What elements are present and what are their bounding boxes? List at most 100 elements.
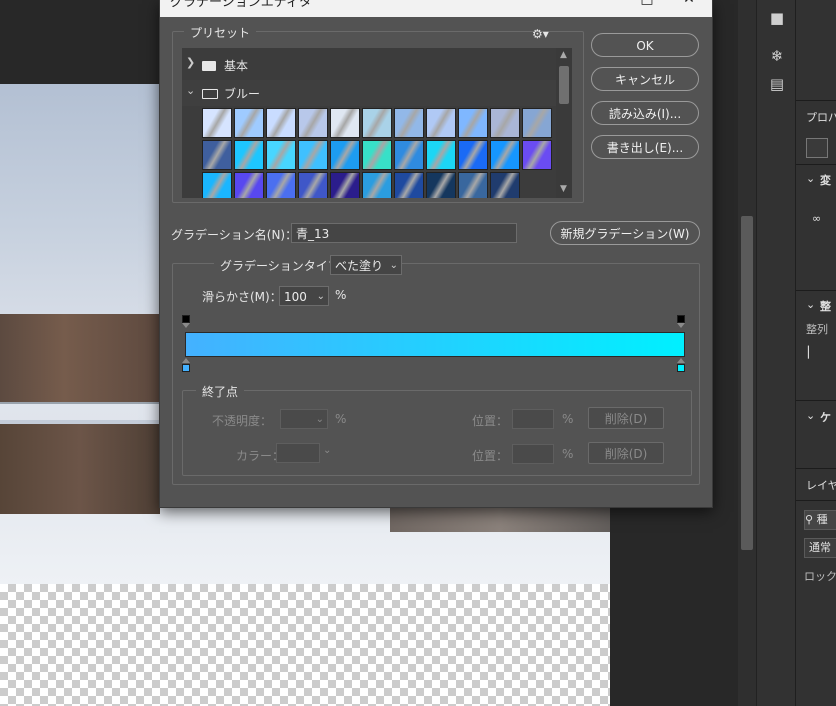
canvas-scrollbar-thumb[interactable] [741, 216, 753, 550]
histogram-icon[interactable]: ▤ [767, 74, 787, 94]
gradient-preset-swatch[interactable] [362, 108, 392, 138]
blend-mode-select[interactable]: 通常 [804, 538, 836, 558]
gradient-preset-swatch[interactable] [266, 108, 296, 138]
cancel-button[interactable]: キャンセル [591, 67, 699, 91]
gradient-type-value: べた塗り [335, 259, 384, 273]
opacity-location-input[interactable] [512, 409, 554, 429]
chevron-down-icon[interactable]: ⌄ [323, 445, 331, 456]
smoothness-input[interactable]: 100 ⌄ [279, 286, 329, 306]
preset-folder-basic[interactable]: ❯ 基本 [182, 52, 556, 78]
delete-color-stop-button[interactable]: 削除(D) [588, 442, 664, 464]
gradient-preset-swatch[interactable] [202, 140, 232, 170]
color-location-unit: % [562, 447, 574, 461]
scroll-down-icon[interactable]: ▼ [560, 184, 567, 194]
panel-divider [796, 290, 836, 291]
gradient-preset-swatch[interactable] [426, 108, 456, 138]
dialog-titlebar[interactable]: グラデーションエディタ □ ✕ [160, 0, 712, 17]
transparency-checkerboard [0, 584, 610, 706]
gradient-preset-swatch[interactable] [266, 172, 296, 198]
preset-list[interactable]: ❯ 基本 ⌄ ブルー ▲ ▼ [182, 48, 572, 198]
gradient-preset-swatch[interactable] [298, 140, 328, 170]
preset-label: プリセット [184, 24, 257, 41]
gradient-preview-bar[interactable] [185, 332, 685, 357]
ok-button[interactable]: OK [591, 33, 699, 57]
link-icon[interactable]: ∞ [812, 212, 821, 225]
chevron-down-icon[interactable]: ⌄ [806, 172, 815, 185]
color-location-label: 位置： [472, 449, 509, 463]
gradient-preset-swatch[interactable] [362, 140, 392, 170]
delete-opacity-stop-button[interactable]: 削除(D) [588, 407, 664, 429]
gradient-preset-swatch[interactable] [202, 172, 232, 198]
chevron-down-icon[interactable]: ⌄ [806, 409, 815, 422]
properties-tab[interactable]: プロパ [806, 109, 836, 125]
color-stop-right[interactable] [677, 364, 685, 372]
gradient-preset-swatch[interactable] [330, 108, 360, 138]
gradient-preset-swatch[interactable] [394, 140, 424, 170]
gradient-preset-swatch[interactable] [234, 108, 264, 138]
gradient-preset-swatch[interactable] [458, 172, 488, 198]
panel-divider [796, 164, 836, 165]
transform-section[interactable]: 変 [820, 172, 831, 188]
gradient-preset-swatch[interactable] [490, 140, 520, 170]
load-button[interactable]: 読み込み(I)... [591, 101, 699, 125]
gradient-preset-swatch[interactable] [298, 172, 328, 198]
gradient-preset-swatch[interactable] [426, 172, 456, 198]
gradient-name-input[interactable]: 青_13 [291, 223, 517, 243]
panel-divider [796, 468, 836, 469]
brush-settings-icon[interactable]: ■ [767, 8, 787, 28]
gradient-preset-swatch[interactable] [330, 172, 360, 198]
chevron-down-icon[interactable]: ⌄ [806, 298, 815, 311]
panel-icon-strip: ■ ❄ ▤ [756, 0, 795, 706]
quick-actions-section[interactable]: ケ [820, 409, 831, 425]
preset-scrollbar-thumb[interactable] [559, 66, 569, 104]
gradient-preset-swatch[interactable] [490, 108, 520, 138]
adjustments-icon[interactable]: ❄ [767, 46, 787, 66]
preset-folder-blue[interactable]: ⌄ ブルー [182, 80, 556, 106]
color-stop-pointer [677, 358, 685, 363]
gradient-preset-swatch[interactable] [394, 172, 424, 198]
gradient-preset-swatch[interactable] [234, 172, 264, 198]
gear-icon[interactable]: ⚙▾ [532, 27, 549, 41]
scroll-up-icon[interactable]: ▲ [560, 50, 567, 60]
color-stop-left[interactable] [182, 364, 190, 372]
opacity-stop-right[interactable] [677, 315, 685, 323]
layers-tab[interactable]: レイヤー [806, 477, 836, 493]
gradient-preset-swatch[interactable] [330, 140, 360, 170]
color-location-input[interactable] [512, 444, 554, 464]
gradient-preset-swatch[interactable] [490, 172, 520, 198]
folder-icon [202, 61, 216, 71]
gradient-preset-swatch[interactable] [426, 140, 456, 170]
align-section[interactable]: 整 [820, 298, 831, 314]
gradient-preset-swatch[interactable] [202, 108, 232, 138]
gradient-preset-swatch[interactable] [362, 172, 392, 198]
folder-label: 基本 [224, 59, 249, 73]
close-icon[interactable]: ✕ [668, 0, 710, 13]
building-reflection [0, 424, 160, 514]
layer-search-text: 種 [816, 513, 828, 526]
gradient-preset-swatch[interactable] [298, 108, 328, 138]
opacity-input[interactable]: ⌄ [280, 409, 328, 429]
gradient-swatch-grid [202, 108, 554, 198]
chevron-down-icon: ⌄ [186, 84, 196, 97]
gradient-preset-swatch[interactable] [458, 140, 488, 170]
gradient-type-select[interactable]: べた塗り ⌄ [330, 255, 402, 275]
color-swatch-field[interactable] [276, 443, 320, 463]
maximize-icon[interactable]: □ [626, 0, 668, 13]
gradient-preset-swatch[interactable] [394, 108, 424, 138]
building-image [0, 314, 160, 404]
gradient-preset-swatch[interactable] [458, 108, 488, 138]
gradient-preset-swatch[interactable] [522, 140, 552, 170]
layer-search-field[interactable]: ⚲ 種 [804, 510, 836, 530]
gradient-preset-swatch[interactable] [522, 108, 552, 138]
opacity-stop-pointer [182, 323, 190, 328]
gradient-preset-swatch[interactable] [234, 140, 264, 170]
align-left-icon[interactable]: ▏ [808, 346, 816, 359]
opacity-stop-left[interactable] [182, 315, 190, 323]
dialog-title: グラデーションエディタ [170, 0, 312, 10]
save-button[interactable]: 書き出し(E)... [591, 135, 699, 159]
new-gradient-button[interactable]: 新規グラデーション(W) [550, 221, 700, 245]
color-stop-pointer [182, 358, 190, 363]
distant-structure [390, 504, 610, 532]
properties-panel: プロパ ⌄ 変 ∞ ⌄ 整 整列 ▏ ⌄ ケ レイヤー ⚲ 種 通常 ロック： [795, 0, 836, 706]
gradient-preset-swatch[interactable] [266, 140, 296, 170]
